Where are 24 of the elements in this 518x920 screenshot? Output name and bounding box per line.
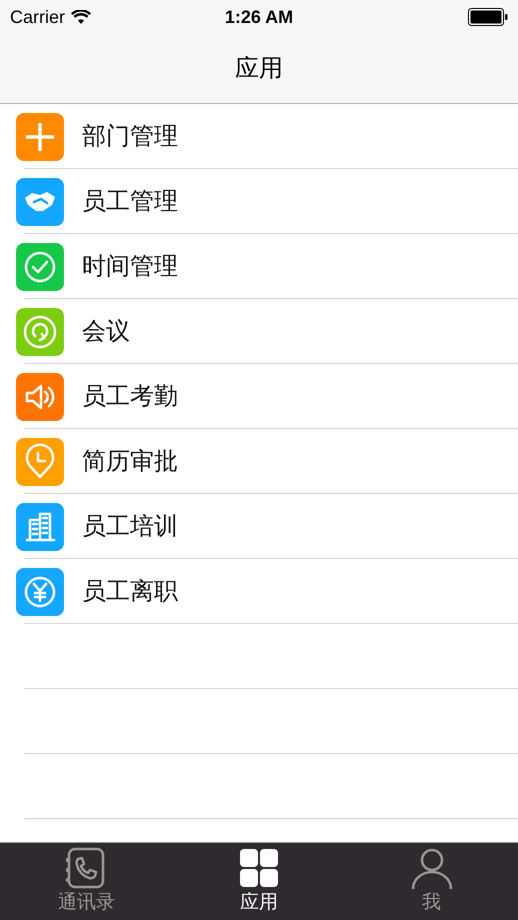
list-row[interactable]: 会议 (0, 299, 518, 364)
list-row[interactable]: 员工离职 (0, 559, 518, 624)
item-label: 时间管理 (82, 252, 178, 282)
list-row[interactable]: 员工考勤 (0, 364, 518, 429)
list-row[interactable]: 时间管理 (0, 234, 518, 299)
tab[interactable]: 我 (345, 843, 518, 920)
list-row[interactable]: 简历审批 (0, 429, 518, 494)
wifi-icon (71, 10, 92, 24)
item-label: 会议 (82, 316, 130, 346)
item-label: 员工离职 (82, 576, 178, 606)
tab[interactable]: 通讯录 (0, 843, 173, 920)
list-row[interactable]: 员工培训 (0, 494, 518, 559)
item-label: 员工管理 (82, 186, 178, 216)
list-row[interactable]: 部门管理 (0, 104, 518, 169)
item-label: 员工考勤 (82, 382, 178, 412)
tab[interactable]: 应用 (172, 843, 346, 920)
item-label: 员工培训 (82, 512, 178, 542)
carrier-label: Carrier (10, 6, 66, 28)
nav-title: 应用 (235, 54, 283, 84)
item-label: 简历审批 (82, 446, 178, 476)
clock-label: 1:26 AM (224, 6, 294, 28)
list-row[interactable]: 员工管理 (0, 169, 518, 234)
item-label: 部门管理 (82, 122, 178, 152)
battery-icon (468, 8, 508, 26)
